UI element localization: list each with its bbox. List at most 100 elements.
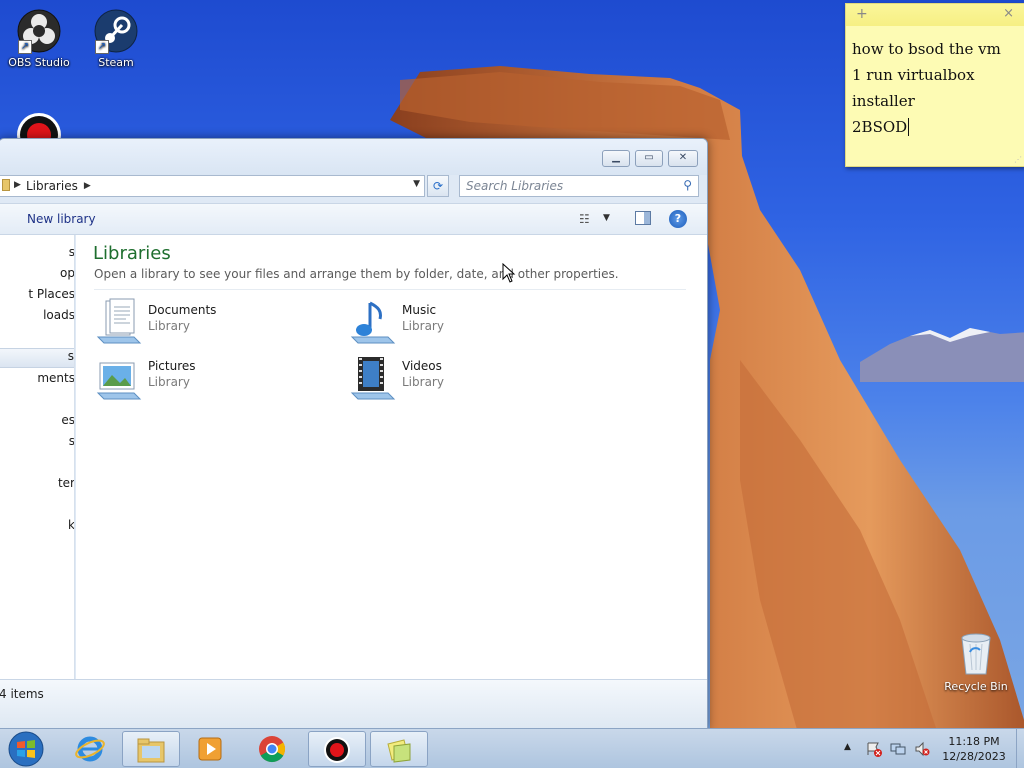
breadcrumb-chevron-icon[interactable]: ▶ (84, 181, 91, 191)
library-name: Documents (148, 303, 217, 317)
breadcrumb-libraries[interactable]: Libraries (26, 179, 78, 193)
chrome-icon (259, 736, 286, 763)
nav-item[interactable]: t Places (0, 287, 74, 307)
nav-item-libraries[interactable]: s (0, 348, 74, 368)
recycle-bin-icon (956, 630, 996, 676)
taskbar-internet-explorer[interactable] (62, 731, 120, 767)
shortcut-arrow-icon: ↗ (18, 40, 32, 54)
wallpaper-mountains (860, 328, 1024, 382)
sticky-note-text[interactable]: how to bsod the vm 1 run virtualbox inst… (846, 26, 1024, 150)
search-icon[interactable]: ⚲ (683, 178, 692, 192)
pictures-library-icon (96, 362, 142, 400)
clock-date: 12/28/2023 (942, 750, 1006, 763)
taskbar-obs[interactable] (308, 731, 366, 767)
address-row: ▶ Libraries ▶ ▼ ⟳ Search Libraries ⚲ (0, 175, 707, 203)
libraries-folder-icon (2, 179, 10, 191)
library-name: Videos (402, 359, 442, 373)
desktop-icon-label: OBS Studio (8, 56, 70, 69)
show-hidden-icons-icon[interactable]: ▲ (844, 742, 851, 752)
desktop-icon-steam[interactable]: ↗ Steam (78, 8, 154, 69)
item-count: 4 items (0, 687, 44, 701)
desktop-icon-label: Recycle Bin (944, 680, 1008, 693)
start-button[interactable] (6, 731, 46, 767)
maximize-button[interactable]: ▭ (635, 150, 663, 167)
clock-time: 11:18 PM (948, 735, 1000, 748)
address-bar[interactable]: ▶ Libraries ▶ ▼ (0, 175, 425, 197)
windows-start-icon (8, 731, 44, 767)
library-kind: Library (402, 375, 444, 389)
library-name: Music (402, 303, 437, 317)
nav-item[interactable]: ments (0, 371, 74, 391)
desktop-icon-obs[interactable]: ↗ OBS Studio (1, 8, 77, 69)
nav-item[interactable]: s (0, 245, 74, 265)
steam-icon: ↗ (93, 8, 139, 54)
shortcut-arrow-icon: ↗ (95, 40, 109, 54)
view-dropdown-icon[interactable]: ▼ (603, 213, 610, 223)
nav-item[interactable]: op (0, 266, 74, 286)
library-name: Pictures (148, 359, 196, 373)
taskbar-chrome[interactable] (244, 731, 302, 767)
sticky-notes-icon (387, 739, 411, 763)
taskbar-windows-explorer[interactable] (122, 731, 180, 767)
sticky-note[interactable]: + × how to bsod the vm 1 run virtualbox … (845, 3, 1024, 167)
refresh-button[interactable]: ⟳ (427, 175, 449, 197)
volume-muted-icon[interactable] (914, 741, 930, 757)
text-caret (908, 118, 910, 136)
sticky-note-line: installer (852, 92, 915, 110)
action-center-icon[interactable] (866, 741, 882, 757)
taskbar-media-player[interactable] (182, 731, 240, 767)
address-dropdown-icon[interactable]: ▼ (413, 179, 420, 189)
library-music[interactable]: Music Library (348, 297, 598, 347)
sticky-note-line: 2BSOD (852, 114, 1018, 140)
nav-item[interactable]: k (0, 518, 74, 538)
sticky-note-line-text: 2BSOD (852, 118, 908, 136)
breadcrumb-chevron-icon[interactable]: ▶ (14, 180, 21, 190)
window-titlebar[interactable]: ▁ ▭ ✕ (0, 139, 707, 175)
close-button[interactable]: ✕ (668, 150, 698, 167)
page-description: Open a library to see your files and arr… (94, 267, 619, 281)
obs-recording-icon (324, 737, 350, 763)
network-icon[interactable] (890, 741, 906, 757)
preview-pane-icon[interactable] (635, 211, 651, 225)
divider (94, 289, 686, 290)
obs-icon: ↗ (16, 8, 62, 54)
status-bar: 4 items (0, 679, 707, 729)
library-kind: Library (148, 319, 190, 333)
sticky-note-line: how to bsod the vm (852, 40, 1001, 58)
show-desktop-button[interactable] (1016, 729, 1024, 768)
new-library-button[interactable]: New library (27, 212, 96, 226)
desktop-icon-label: Steam (98, 56, 134, 69)
close-note-icon[interactable]: × (1003, 6, 1014, 21)
library-kind: Library (148, 375, 190, 389)
documents-library-icon (96, 298, 142, 344)
navigation-pane: s op t Places loads s ments es s ter k (0, 235, 75, 679)
library-documents[interactable]: Documents Library (94, 297, 344, 347)
videos-library-icon (350, 357, 396, 400)
music-library-icon (350, 301, 396, 344)
system-clock[interactable]: 11:18 PM 12/28/2023 (936, 734, 1012, 764)
change-view-icon[interactable]: ☷ (579, 212, 590, 226)
command-bar: New library ☷ ▼ ? (0, 203, 707, 235)
content-pane: Libraries Open a library to see your fil… (76, 235, 707, 679)
search-placeholder: Search Libraries (466, 179, 564, 193)
desktop-icon-recycle-bin[interactable]: Recycle Bin (944, 630, 1008, 693)
media-player-icon (198, 737, 222, 761)
add-note-icon[interactable]: + (856, 6, 868, 22)
resize-grip-icon[interactable]: ⋰ (1014, 155, 1022, 164)
nav-item[interactable]: loads (0, 308, 74, 328)
taskbar-sticky-notes[interactable] (370, 731, 428, 767)
windows-explorer-icon (137, 738, 165, 763)
library-videos[interactable]: Videos Library (348, 353, 598, 403)
explorer-window[interactable]: ▁ ▭ ✕ ▶ Libraries ▶ ▼ ⟳ Search Libraries… (0, 138, 708, 730)
help-icon[interactable]: ? (669, 210, 687, 228)
search-input[interactable]: Search Libraries ⚲ (459, 175, 699, 197)
nav-item[interactable]: es (0, 413, 74, 433)
page-title: Libraries (93, 243, 171, 264)
library-pictures[interactable]: Pictures Library (94, 353, 344, 403)
mouse-cursor-icon (502, 263, 516, 283)
sticky-note-titlebar[interactable]: + × (846, 4, 1024, 26)
nav-item[interactable]: s (0, 434, 74, 454)
nav-item[interactable]: ter (0, 476, 74, 496)
sticky-note-line: 1 run virtualbox (852, 66, 975, 84)
minimize-button[interactable]: ▁ (602, 150, 630, 167)
